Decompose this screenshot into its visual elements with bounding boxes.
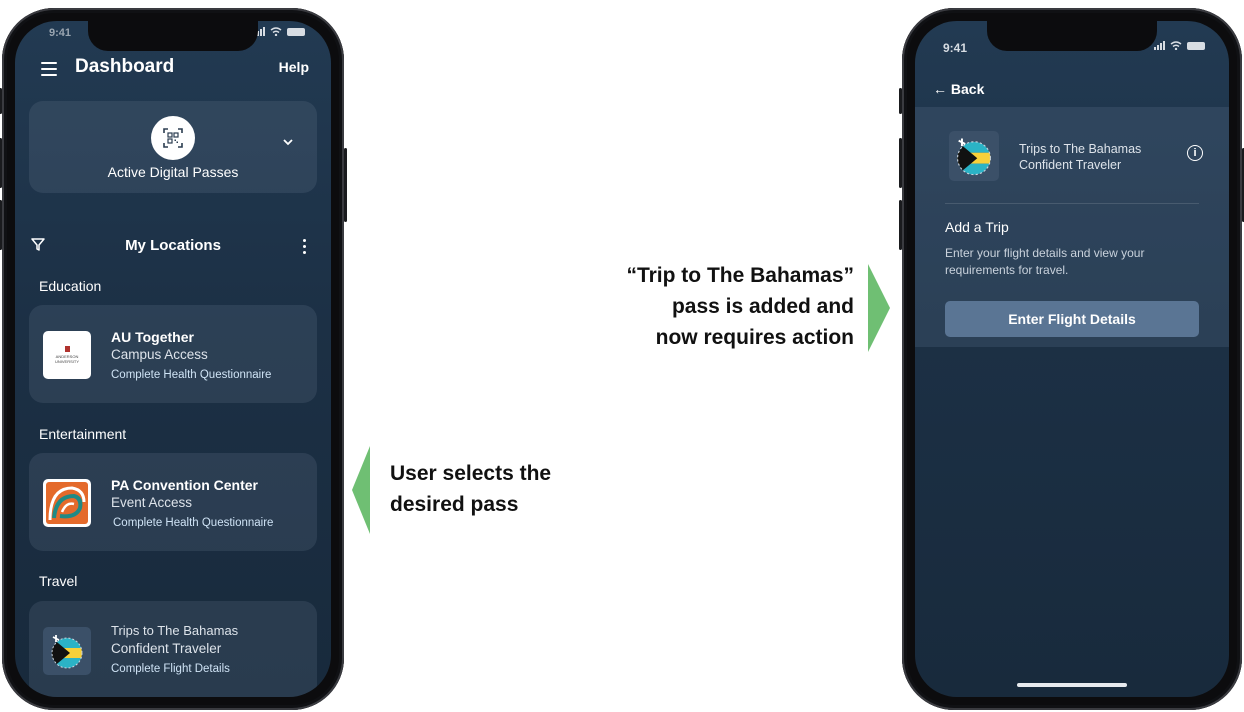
callout-left-line-1: User selects the (390, 462, 552, 485)
add-trip-description: Enter your flight details and view your … (945, 246, 1145, 277)
qr-code-icon (151, 116, 195, 160)
pass-name-line-1: Trips to The Bahamas (1019, 142, 1142, 156)
battery-icon (1187, 41, 1205, 50)
status-time: 9:41 (49, 27, 72, 39)
status-icons (1154, 41, 1205, 50)
callout-right: “Trip to The Bahamas” pass is added and … (626, 260, 854, 353)
active-passes-label: Active Digital Passes (107, 164, 239, 180)
add-trip-title: Add a Trip (945, 219, 1009, 235)
left-phone: 9:41 Dashboard Help Active Digital Passe… (0, 8, 347, 710)
section-entertainment: Entertainment (39, 426, 127, 442)
status-icons (254, 27, 305, 36)
enter-flight-details-button[interactable]: Enter Flight Details (945, 301, 1199, 337)
pa-convention-center-logo (43, 479, 91, 527)
chevron-down-icon[interactable] (283, 133, 293, 149)
notch (987, 21, 1157, 51)
bahamas-flag-icon (949, 131, 999, 181)
pass-subtitle: Confident Traveler (111, 641, 222, 656)
signal-icon (1154, 41, 1165, 50)
notch (88, 21, 258, 51)
pass-title: PA Convention Center (111, 477, 259, 493)
pass-item-au-together[interactable]: ANDERSON UNIVERSITY AU Together Campus A… (29, 305, 317, 403)
right-phone: 9:41 ← Back Trips to The Bahamas Confide… (899, 8, 1244, 710)
volume-up-button (899, 138, 902, 188)
volume-down-button (0, 200, 2, 250)
wifi-icon (270, 27, 282, 36)
divider (945, 203, 1199, 204)
callout-right-line-3: now requires action (655, 326, 854, 349)
stage: 9:41 Dashboard Help Active Digital Passe… (0, 0, 1244, 712)
menu-icon[interactable] (41, 62, 57, 76)
mute-switch (0, 88, 2, 114)
active-passes-card[interactable]: Active Digital Passes (29, 101, 317, 193)
volume-up-button (0, 138, 2, 188)
arrow-left-icon (352, 446, 370, 534)
volume-down-button (899, 200, 902, 250)
right-screen: 9:41 ← Back Trips to The Bahamas Confide… (915, 21, 1229, 697)
back-label: Back (950, 81, 985, 97)
pass-title: Trips to The Bahamas (111, 623, 239, 638)
section-travel: Travel (39, 573, 78, 589)
status-time: 9:41 (943, 41, 968, 55)
wifi-icon (1170, 41, 1182, 50)
help-link[interactable]: Help (279, 59, 309, 75)
pass-action[interactable]: Complete Health Questionnaire (113, 517, 273, 529)
power-button (344, 148, 347, 222)
callout-right-line-2: pass is added and (671, 295, 854, 318)
pass-action[interactable]: Complete Flight Details (111, 663, 230, 675)
pass-detail-panel: Trips to The Bahamas Confident Traveler … (915, 107, 1229, 347)
pass-name-line-2: Confident Traveler (1019, 158, 1122, 172)
pass-item-pa-convention-center[interactable]: PA Convention Center Event Access Comple… (29, 453, 317, 551)
info-icon[interactable]: i (1187, 145, 1203, 161)
pass-title: AU Together (111, 329, 194, 345)
section-education: Education (39, 278, 102, 294)
arrow-left-icon: ← (933, 81, 947, 97)
callout-right-line-1: “Trip to The Bahamas” (626, 264, 854, 287)
callout-left: User selects the desired pass (390, 458, 551, 520)
bahamas-flag-icon (43, 627, 91, 675)
pass-action[interactable]: Complete Health Questionnaire (111, 369, 271, 381)
more-vertical-icon[interactable] (303, 239, 307, 257)
left-screen: 9:41 Dashboard Help Active Digital Passe… (15, 21, 331, 697)
back-button[interactable]: ← Back (933, 81, 984, 97)
mute-switch (899, 88, 902, 114)
my-locations-title: My Locations (125, 237, 221, 254)
pass-subtitle: Campus Access (111, 347, 208, 362)
callout-left-line-2: desired pass (390, 493, 519, 516)
page-title: Dashboard (75, 56, 175, 77)
arrow-right-icon (868, 264, 890, 352)
anderson-university-logo: ANDERSON UNIVERSITY (43, 331, 91, 379)
pass-subtitle: Event Access (111, 495, 193, 510)
battery-icon (287, 27, 305, 36)
pass-item-trips-bahamas[interactable]: Trips to The Bahamas Confident Traveler … (29, 601, 317, 697)
pass-name: Trips to The Bahamas Confident Traveler (1019, 141, 1141, 173)
app-header: Dashboard Help (15, 51, 331, 91)
home-indicator[interactable] (1017, 683, 1127, 687)
locations-header: My Locations (15, 233, 331, 259)
